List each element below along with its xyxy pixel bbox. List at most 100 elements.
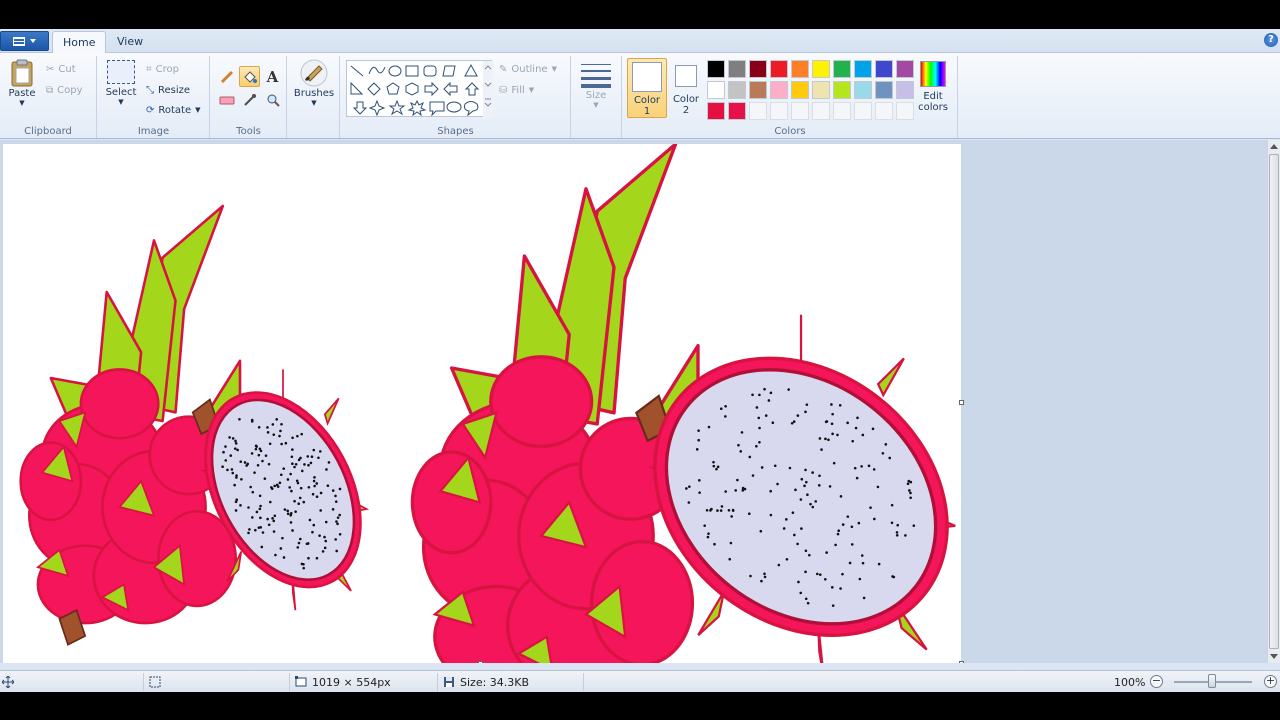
drawing-canvas[interactable] — [3, 142, 961, 663]
text-icon[interactable]: A — [262, 66, 283, 87]
seed-dot — [688, 485, 691, 488]
palette-swatch[interactable] — [875, 102, 893, 120]
seed-dot — [273, 514, 277, 518]
palette-swatch[interactable] — [707, 81, 725, 99]
palette-swatch[interactable] — [770, 81, 788, 99]
copy-button[interactable]: ⧉ Copy — [46, 81, 83, 99]
magnifier-icon[interactable] — [262, 89, 283, 110]
palette-swatch[interactable] — [854, 102, 872, 120]
resize-handle-right[interactable] — [959, 400, 964, 405]
seed-dot — [338, 487, 342, 491]
size-label: Size — [585, 90, 607, 101]
seed-dot — [249, 485, 252, 489]
seed-dot — [804, 570, 807, 574]
seed-dot — [279, 473, 283, 477]
seed-dot — [309, 461, 313, 465]
seed-dot — [295, 479, 299, 483]
rotate-button[interactable]: ⟳ Rotate ▼ — [146, 101, 201, 119]
palette-swatch[interactable] — [896, 81, 914, 99]
fill-button[interactable]: ⛁ Fill ▼ — [499, 81, 534, 99]
seed-dot — [331, 489, 335, 492]
palette-swatch[interactable] — [812, 60, 830, 78]
color1-label: Color — [633, 95, 661, 106]
color1-number: 1 — [643, 106, 651, 117]
palette-swatch[interactable] — [833, 60, 851, 78]
seed-dot — [290, 489, 293, 493]
palette-swatch[interactable] — [896, 102, 914, 120]
palette-swatch[interactable] — [875, 60, 893, 78]
pencil-icon[interactable] — [216, 66, 237, 87]
palette-swatch[interactable] — [770, 60, 788, 78]
resize-button[interactable]: ⤡ Resize — [146, 81, 190, 99]
selection-size-icon — [149, 674, 161, 690]
resize-handle-bottom[interactable] — [478, 661, 483, 663]
help-icon[interactable]: ? — [1264, 33, 1278, 47]
palette-swatch[interactable] — [791, 60, 809, 78]
palette-swatch[interactable] — [854, 60, 872, 78]
palette-swatch[interactable] — [791, 81, 809, 99]
seed-dot — [245, 464, 248, 467]
paste-button[interactable]: Paste ▼ — [6, 58, 38, 107]
seed-dot — [235, 498, 239, 502]
size-button[interactable]: Size ▼ — [580, 60, 612, 109]
seed-dot — [836, 433, 839, 437]
seed-dot — [311, 530, 314, 534]
edit-colors-button[interactable]: Edit colors — [915, 58, 951, 118]
palette-swatch[interactable] — [875, 81, 893, 99]
crop-button[interactable]: ⌗ Crop — [146, 60, 179, 78]
seed-dot — [825, 420, 829, 423]
palette-swatch[interactable] — [791, 102, 809, 120]
brushes-button[interactable]: Brushes ▼ — [293, 58, 335, 107]
seed-dot — [280, 422, 283, 426]
palette-swatch[interactable] — [749, 60, 767, 78]
palette-swatch[interactable] — [812, 81, 830, 99]
palette-swatch[interactable] — [728, 60, 746, 78]
scroll-up-icon[interactable] — [1270, 144, 1278, 149]
palette-swatch[interactable] — [896, 60, 914, 78]
outline-button[interactable]: ✎ Outline ▼ — [499, 60, 557, 78]
seed-dot — [234, 509, 238, 512]
skin-scale — [489, 355, 594, 449]
shapes-gallery[interactable] — [346, 60, 493, 118]
tab-view[interactable]: View — [107, 31, 153, 53]
cut-button[interactable]: ✂ Cut — [46, 60, 76, 78]
eraser-icon[interactable] — [216, 89, 237, 110]
scroll-down-icon[interactable] — [1270, 654, 1278, 659]
palette-swatch[interactable] — [728, 102, 746, 120]
zoom-out-button[interactable]: − — [1150, 675, 1163, 688]
seed-dot — [763, 575, 767, 579]
seed-dot — [335, 520, 338, 523]
zoom-slider-thumb[interactable] — [1208, 674, 1216, 688]
vertical-scrollbar[interactable] — [1267, 140, 1280, 663]
palette-swatch[interactable] — [770, 102, 788, 120]
resize-handle-corner[interactable] — [959, 661, 964, 663]
palette-swatch[interactable] — [854, 81, 872, 99]
seed-dot — [811, 505, 815, 509]
palette-swatch[interactable] — [707, 102, 725, 120]
color-picker-icon[interactable] — [239, 89, 260, 110]
palette-swatch[interactable] — [728, 81, 746, 99]
palette-swatch[interactable] — [749, 102, 767, 120]
paint-menu-button[interactable] — [0, 31, 49, 51]
palette-swatch[interactable] — [707, 60, 725, 78]
palette-swatch[interactable] — [833, 102, 851, 120]
scroll-thumb[interactable] — [1269, 154, 1279, 649]
color-palette — [707, 60, 917, 122]
select-button[interactable]: Select ▼ — [104, 60, 138, 106]
seed-dot — [687, 501, 691, 504]
image-group: Select ▼ ⌗ Crop ⤡ Resize ⟳ Rotate ▼ Imag… — [98, 56, 210, 138]
palette-swatch[interactable] — [749, 81, 767, 99]
color2-button[interactable]: Color 2 — [669, 58, 703, 118]
color2-swatch — [675, 65, 697, 87]
color1-button[interactable]: Color 1 — [627, 58, 667, 118]
fill-icon[interactable] — [239, 66, 260, 87]
palette-swatch[interactable] — [833, 81, 851, 99]
tab-home[interactable]: Home — [52, 31, 107, 54]
seed-dot — [741, 489, 745, 492]
palette-swatch[interactable] — [812, 102, 830, 120]
seed-dot — [782, 527, 786, 530]
zoom-in-button[interactable]: + — [1264, 675, 1277, 688]
seed-dot — [792, 420, 796, 423]
ribbon-tab-bar: Home View ? — [0, 29, 1280, 54]
cursor-position-icon — [2, 674, 14, 690]
